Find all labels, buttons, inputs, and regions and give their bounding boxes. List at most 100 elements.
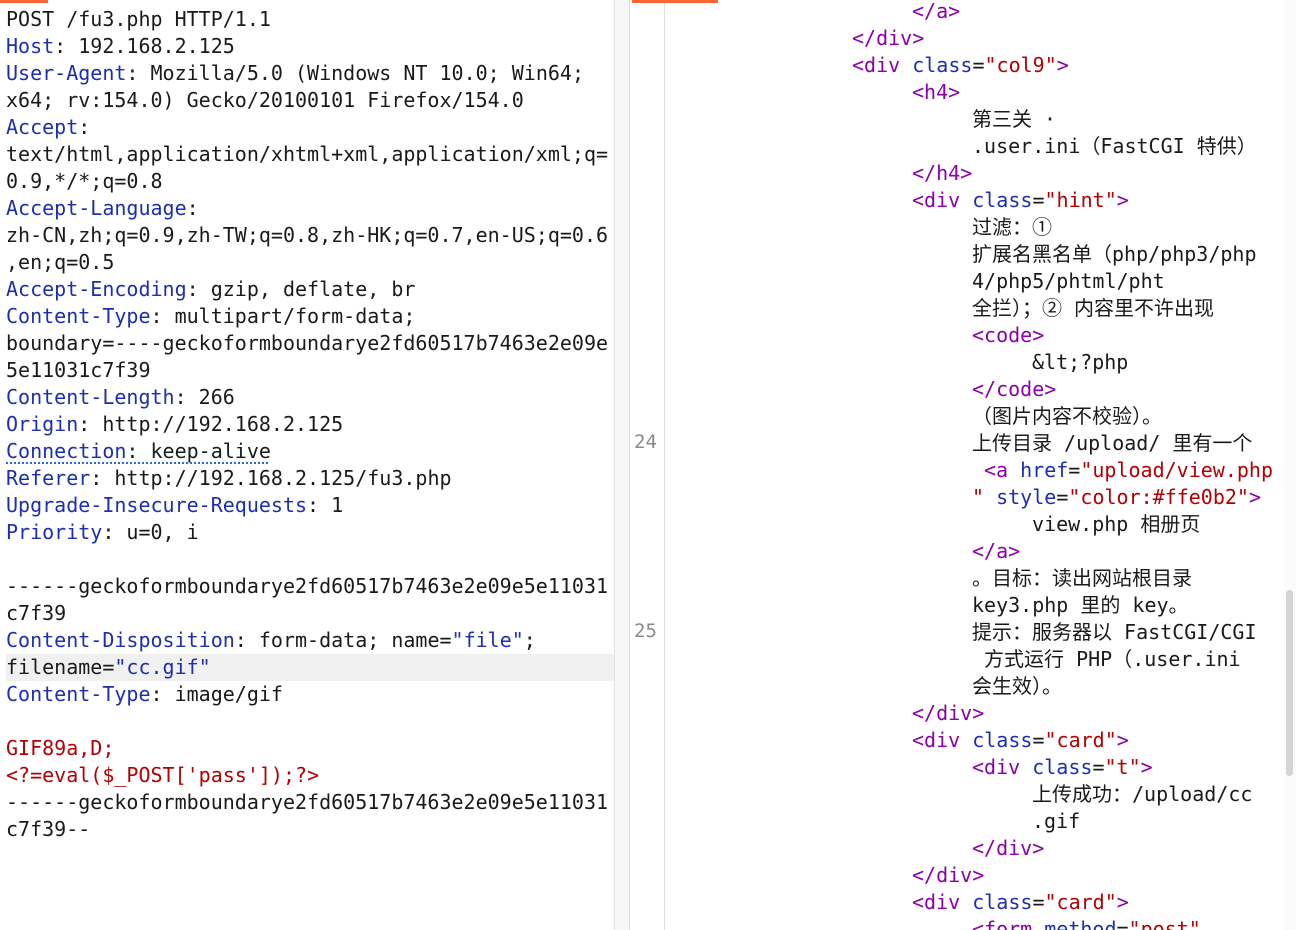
response-code-line: 方式运行 PHP（.user.ini — [972, 646, 1241, 673]
response-viewer[interactable]: 24 25 </a> </div> <div class="col9"> <h4> 第三… — [630, 0, 1296, 930]
header-accept: Accept: — [6, 115, 91, 139]
code-token: 。目标：读出网站根目录 — [972, 566, 1192, 590]
code-token: class — [972, 890, 1033, 914]
response-code-line: </a> — [972, 538, 1020, 565]
header-host: Host: 192.168.2.125 — [6, 34, 235, 58]
code-token: </div> — [912, 863, 985, 887]
response-code-line: <h4> — [912, 79, 960, 106]
header-accept-encoding: Accept-Encoding: gzip, deflate, br — [6, 277, 416, 301]
code-token: <code> — [972, 323, 1045, 347]
code-token: <div — [852, 53, 913, 77]
code-token: <div — [912, 890, 973, 914]
header-content-type-boundary-cont: 5e11031c7f39 — [6, 358, 151, 382]
code-token: 扩展名黑名单（php/php3/php — [972, 242, 1257, 266]
code-token: style — [996, 485, 1057, 509]
header-accept-language-cont: ,en;q=0.5 — [6, 250, 115, 274]
boundary-open: ------geckoformboundarye2fd60517b7463e2e… — [6, 574, 609, 598]
code-token: </a> — [912, 0, 961, 23]
response-code-line: </code> — [972, 376, 1056, 403]
code-token: = — [1056, 485, 1069, 509]
response-code-line: view.php 相册页 — [1032, 511, 1200, 538]
response-code-line: <a href="upload/view.php — [984, 457, 1273, 484]
header-upgrade-insecure: Upgrade-Insecure-Requests: 1 — [6, 493, 344, 517]
response-code-line: 会生效）。 — [972, 673, 1062, 700]
boundary-open-cont: c7f39 — [6, 601, 67, 625]
code-token: = — [1068, 458, 1081, 482]
code-token: = — [972, 53, 985, 77]
code-token: = — [1032, 890, 1045, 914]
response-code-line: <div class="card"> — [912, 727, 1129, 754]
code-token: 全拦）；② 内容里不许出现 — [972, 296, 1215, 320]
code-token: class — [972, 728, 1033, 752]
code-token: </div> — [912, 701, 985, 725]
response-code-line: </div> — [972, 835, 1044, 862]
code-token: method — [1044, 917, 1117, 930]
code-token: > — [1140, 755, 1153, 779]
code-token: </div> — [852, 26, 925, 50]
response-code-line: .user.ini（FastCGI 特供） — [972, 133, 1257, 160]
code-token: > — [1116, 728, 1129, 752]
code-token: = — [1032, 188, 1045, 212]
header-accept-language: Accept-Language: — [6, 196, 199, 220]
pane-splitter[interactable] — [614, 0, 630, 930]
code-token: href — [1020, 458, 1069, 482]
response-code-line: 全拦）；② 内容里不许出现 — [972, 295, 1214, 322]
code-token: </h4> — [912, 161, 973, 185]
code-token: 会生效）。 — [972, 674, 1062, 698]
code-token: <h4> — [912, 80, 961, 104]
code-token: class — [912, 53, 973, 77]
line-number: 25 — [634, 620, 657, 642]
line-number-gutter: 24 25 — [630, 0, 665, 930]
code-token: key3.php 里的 key。 — [972, 593, 1189, 617]
code-token: <div — [912, 728, 973, 752]
code-token: "card" — [1044, 728, 1117, 752]
code-token: class — [972, 188, 1033, 212]
response-code-line: <div class="hint"> — [912, 187, 1129, 214]
header-referer: Referer: http://192.168.2.125/fu3.php — [6, 466, 452, 490]
response-code-line: </div> — [912, 862, 984, 889]
code-token: .user.ini（FastCGI 特供） — [972, 134, 1257, 158]
scrollbar-thumb[interactable] — [1286, 590, 1293, 776]
response-code-line: 上传目录 /upload/ 里有一个 — [972, 430, 1252, 457]
response-code-line: <code> — [972, 322, 1044, 349]
response-code-line: </h4> — [912, 160, 972, 187]
response-code-line: 4/php5/phtml/pht — [972, 268, 1165, 295]
header-accept-language-value: zh-CN,zh;q=0.9,zh-TW;q=0.8,zh-HK;q=0.7,e… — [6, 223, 609, 247]
code-token: view.php 相册页 — [1032, 512, 1201, 536]
payload-gif-header: GIF89a,D; — [6, 736, 115, 760]
header-priority: Priority: u=0, i — [6, 520, 199, 544]
code-token: </code> — [972, 377, 1057, 401]
boundary-close: ------geckoformboundarye2fd60517b7463e2e… — [6, 790, 609, 814]
response-code-line: &lt;?php — [1032, 349, 1128, 376]
code-token: "hint" — [1044, 188, 1117, 212]
code-token: "card" — [1044, 890, 1117, 914]
code-token: 上传目录 /upload/ 里有一个 — [972, 431, 1253, 455]
code-token: 过滤：① — [972, 215, 1052, 239]
response-code-line: 第三关 · — [972, 106, 1056, 133]
part-filename-line[interactable]: filename="cc.gif" — [6, 654, 614, 681]
code-token: > — [1116, 890, 1129, 914]
part-content-type: Content-Type: image/gif — [6, 682, 283, 706]
code-token: "upload/view.php — [1080, 458, 1273, 482]
header-content-type-boundary: boundary=----geckoformboundarye2fd60517b… — [6, 331, 609, 355]
code-token: 上传成功：/upload/cc — [1032, 782, 1253, 806]
response-code-line: 过滤：① — [972, 214, 1052, 241]
request-editor[interactable]: POST /fu3.php HTTP/1.1 Host: 192.168.2.1… — [0, 0, 614, 930]
code-token: &lt;?php — [1032, 350, 1129, 374]
vertical-scrollbar[interactable] — [1284, 0, 1296, 930]
code-token: "post" — [1128, 917, 1201, 930]
header-accept-value: text/html,application/xhtml+xml,applicat… — [6, 142, 609, 166]
code-token: > — [1248, 485, 1262, 509]
code-token: = — [1032, 728, 1045, 752]
response-code-line: （图片内容不校验）。 — [972, 403, 1162, 430]
response-code-line: 扩展名黑名单（php/php3/php — [972, 241, 1257, 268]
response-code-line: 提示：服务器以 FastCGI/CGI — [972, 619, 1257, 646]
code-token: = — [1116, 917, 1129, 930]
part-content-disposition: Content-Disposition: form-data; name="fi… — [6, 628, 536, 652]
line-number: 24 — [634, 431, 657, 453]
code-token: 4/php5/phtml/pht — [972, 269, 1165, 293]
code-token: " — [972, 485, 985, 509]
request-line: POST /fu3.php HTTP/1.1 — [6, 7, 271, 31]
code-token: = — [1092, 755, 1105, 779]
